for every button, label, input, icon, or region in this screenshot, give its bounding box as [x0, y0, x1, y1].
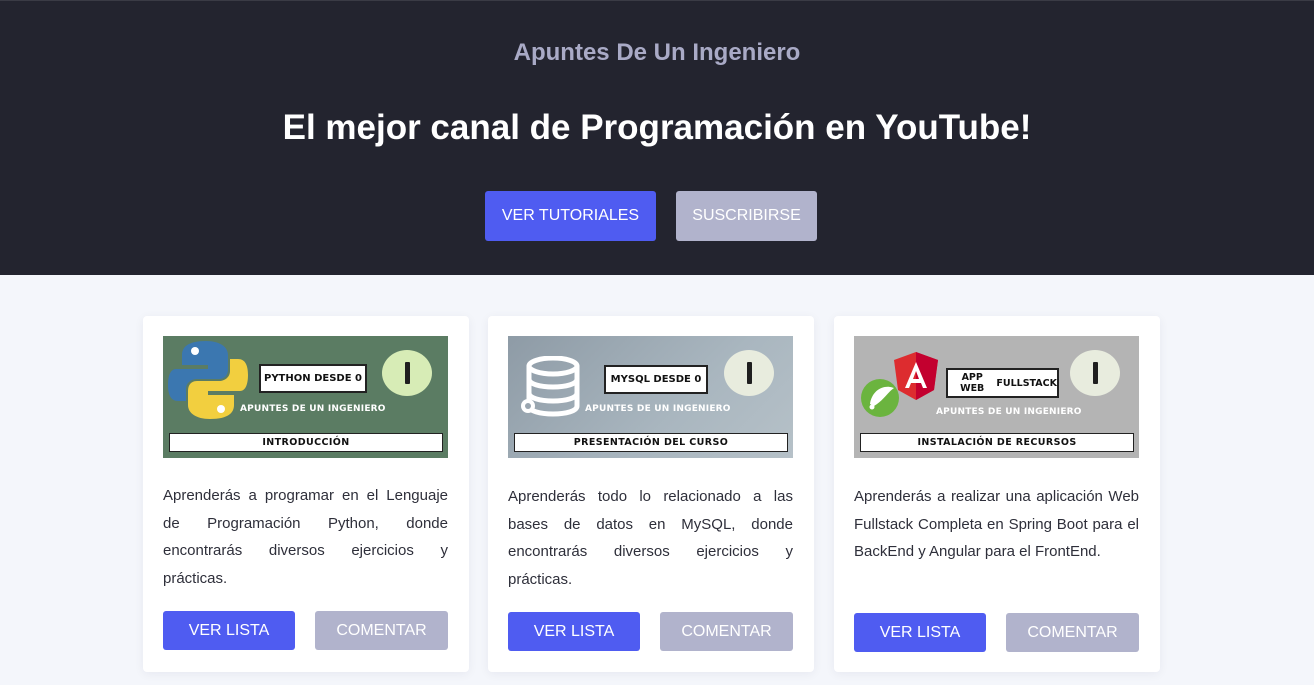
channel-logo-icon [382, 350, 432, 396]
thumb-title-line1: APP WEB [960, 372, 985, 394]
thumb-title-line2: FULLSTACK [996, 377, 1057, 389]
comentar-button[interactable]: COMENTAR [1006, 613, 1139, 652]
site-brand: Apuntes De Un Ingeniero [513, 39, 801, 66]
thumb-bar: INSTALACIÓN DE RECURSOS [860, 433, 1134, 452]
ver-lista-button[interactable]: VER LISTA [854, 613, 986, 652]
comentar-button[interactable]: COMENTAR [315, 611, 448, 650]
thumb-brand: APUNTES DE UN INGENIERO [936, 407, 1082, 417]
comentar-button[interactable]: COMENTAR [660, 612, 793, 651]
ver-tutoriales-button[interactable]: VER TUTORIALES [485, 191, 656, 241]
course-description: Aprenderás todo lo relacionado a las bas… [508, 488, 793, 588]
page-headline: El mejor canal de Programación en YouTub… [282, 108, 1032, 147]
thumb-brand: APUNTES DE UN INGENIERO [240, 404, 386, 414]
angular-spring-icon [861, 352, 938, 417]
thumb-bar: INTRODUCCIÓN [169, 433, 443, 452]
course-thumbnail[interactable]: MYSQL DESDE 0 APUNTES DE UN INGENIERO PR… [508, 336, 793, 458]
channel-logo-icon [724, 350, 774, 396]
thumb-bar: PRESENTACIÓN DEL CURSO [514, 433, 788, 452]
database-icon [521, 356, 580, 417]
thumb-title: PYTHON DESDE 0 [259, 364, 367, 393]
course-card-fullstack: APP WEB FULLSTACK APUNTES DE UN INGENIER… [834, 316, 1160, 672]
hero-section: Apuntes De Un Ingeniero El mejor canal d… [0, 0, 1314, 275]
channel-logo-icon [1070, 350, 1120, 396]
course-card-mysql: MYSQL DESDE 0 APUNTES DE UN INGENIERO PR… [488, 316, 814, 672]
thumb-title: MYSQL DESDE 0 [604, 365, 708, 394]
thumb-title: APP WEB FULLSTACK [946, 368, 1059, 398]
thumb-brand: APUNTES DE UN INGENIERO [585, 404, 731, 414]
ver-lista-button[interactable]: VER LISTA [508, 612, 640, 651]
course-card-python: PYTHON DESDE 0 APUNTES DE UN INGENIERO I… [143, 316, 469, 672]
course-thumbnail[interactable]: APP WEB FULLSTACK APUNTES DE UN INGENIER… [854, 336, 1139, 458]
ver-lista-button[interactable]: VER LISTA [163, 611, 295, 650]
course-thumbnail[interactable]: PYTHON DESDE 0 APUNTES DE UN INGENIERO I… [163, 336, 448, 458]
course-description: Aprenderás a programar en el Lenguaje de… [163, 487, 448, 587]
python-logo-icon [168, 341, 248, 419]
suscribirse-button[interactable]: SUSCRIBIRSE [676, 191, 817, 241]
course-description: Aprenderás a realizar una aplicación Web… [854, 488, 1139, 560]
